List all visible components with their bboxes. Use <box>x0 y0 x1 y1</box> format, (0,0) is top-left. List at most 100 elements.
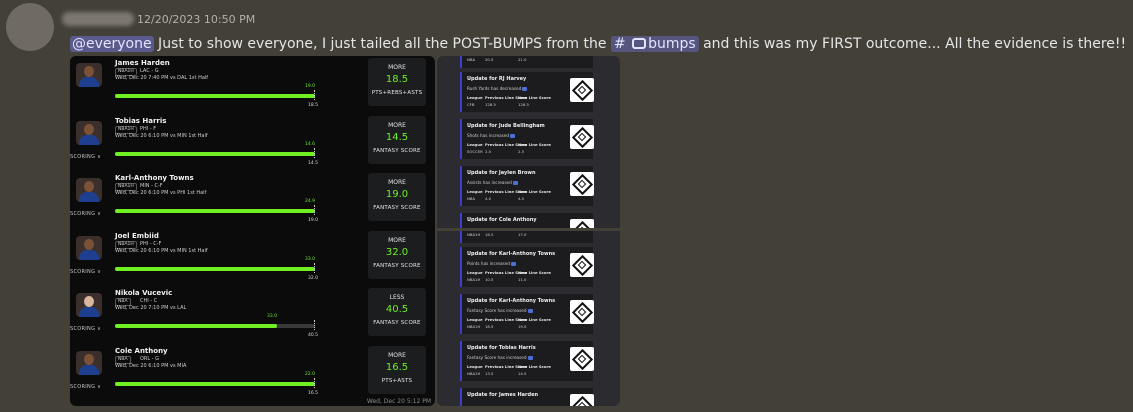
message-text-before: Just to show everyone, I just tailed all… <box>153 36 611 52</box>
player-headshot <box>76 293 102 317</box>
update-description: Fantasy Score has increased <box>467 355 533 360</box>
message-timestamp: 12/20/2023 10:50 PM <box>137 13 256 26</box>
arrow-badge-icon <box>512 181 518 185</box>
scoring-toggle[interactable]: SCORING ∨ <box>70 269 101 275</box>
arrow-badge-icon <box>510 134 516 138</box>
attachment-updates-screenshot-1[interactable]: NBA 20.5 21.0 Update for RJ Harvey Rush Yard… <box>437 56 620 228</box>
line-marker <box>314 320 315 330</box>
update-headers: League Previous Line ScoreNew Line Score <box>467 189 551 194</box>
line-value: 18.5 <box>308 103 319 108</box>
actual-value: 22.0 <box>305 371 316 377</box>
actual-value: 33.0 <box>305 256 316 262</box>
pick-line: 16.5 <box>385 361 409 373</box>
pick-direction: LESS <box>389 294 405 301</box>
pick-row: Nikola Vucevic NBA CHI - C Wed, Dec 20 7:10… <box>70 288 435 346</box>
line-value: 16.5 <box>308 390 319 396</box>
line-value: 19.0 <box>308 218 319 223</box>
player-team: CHI - C <box>140 298 158 304</box>
line-value: 40.5 <box>308 333 319 338</box>
vr-headset-icon <box>632 38 647 49</box>
update-card: Update for RJ Harvey Rush Yards has decre… <box>460 72 594 112</box>
prizepicks-logo-icon <box>570 300 594 324</box>
progress-bar <box>115 381 315 386</box>
attachment-updates-screenshot-2[interactable]: NBA1H 16.5 17.0 Update for Karl-Anthony Tow… <box>437 231 620 406</box>
pick-stat: FANTASY SCORE <box>373 205 421 211</box>
update-card: Update for Jude Bellingham Shots has incr… <box>460 119 594 159</box>
attachment-picks-screenshot[interactable]: James Harden NBA1H LAC - G Wed, Dec 20 7:40… <box>70 56 435 406</box>
everyone-mention[interactable]: @everyone <box>70 36 154 52</box>
line-marker <box>314 147 315 158</box>
actual-value: 14.6 <box>305 141 316 147</box>
pick-line: 14.5 <box>385 131 409 143</box>
update-values: NBA1H 13.5 14.5 <box>467 371 527 376</box>
game-info: Wed, Dec 20 7:40 PM vs DAL 1st Half <box>115 75 209 81</box>
update-title: Update for RJ Harvey <box>467 76 527 82</box>
update-values: NBA1H 10.5 11.0 <box>467 277 527 282</box>
user-avatar[interactable] <box>6 3 54 51</box>
player-name: James Harden <box>115 59 170 67</box>
game-info: Wed, Dec 20 7:10 PM vs LAL <box>115 305 187 311</box>
update-title: Update for James Harden <box>467 392 539 398</box>
update-values: NBA1H 16.5 17.0 <box>467 232 527 237</box>
actual-value: 33.0 <box>267 314 278 319</box>
pick-line: 32.0 <box>385 246 409 258</box>
update-description: Fantasy Score has increased <box>467 308 533 313</box>
pick-card: MORE 19.0 FANTASY SCORE <box>368 173 426 221</box>
hash-icon: # <box>613 36 626 52</box>
progress-fill <box>115 151 315 156</box>
scoring-toggle[interactable]: SCORING ∨ <box>70 211 101 217</box>
pick-stat: FANTASY SCORE <box>373 147 421 154</box>
line-value: 14.5 <box>308 160 319 166</box>
player-headshot <box>76 63 102 87</box>
progress-fill <box>115 266 315 271</box>
pick-card: MORE 32.0 FANTASY SCORE <box>368 230 426 279</box>
update-title: Update for Karl-Anthony Towns <box>467 298 556 304</box>
update-card: Update for Karl-Anthony Towns Points has … <box>460 247 594 287</box>
update-headers: League Previous Line ScoreNew Line Score <box>467 95 551 100</box>
prizepicks-logo-icon <box>570 172 594 196</box>
pick-stat: FANTASY SCORE <box>373 320 421 326</box>
scoring-toggle[interactable]: SCORING ∨ <box>70 384 101 390</box>
pick-card: LESS 40.5 FANTASY SCORE <box>368 288 426 336</box>
line-marker <box>314 90 315 100</box>
channel-link[interactable]: # bumps <box>610 36 699 52</box>
pick-stat: FANTASY SCORE <box>373 262 421 269</box>
update-card: Update for Karl-Anthony Towns Fantasy Sco… <box>460 294 594 334</box>
pick-row: Tobias Harris NBA1H PHI - F Wed, Dec 20 6:1… <box>70 115 435 174</box>
update-title: Update for Tobias Harris <box>467 345 536 351</box>
username-redacted[interactable] <box>62 12 134 26</box>
game-info: Wed, Dec 20 6:10 PM vs MIN 1st Half <box>115 132 208 139</box>
player-team: PHI - C-F <box>140 240 162 247</box>
pick-card: MORE 16.5 PTS+ASTS <box>368 345 426 394</box>
progress-bar <box>115 94 315 98</box>
progress-bar <box>115 151 315 156</box>
update-description: Shots has increased <box>467 133 516 138</box>
line-value: 32.0 <box>308 275 319 281</box>
update-card-partial: NBA 20.5 21.0 <box>460 56 593 68</box>
update-title: Update for Cole Anthony <box>467 217 537 223</box>
progress-bar <box>115 266 315 271</box>
update-title: Update for Karl-Anthony Towns <box>467 251 556 257</box>
update-title: Update for Jaylen Brown <box>467 170 536 176</box>
pick-line: 40.5 <box>385 304 409 315</box>
player-name: Cole Anthony <box>115 346 168 355</box>
progress-fill <box>115 209 315 213</box>
arrow-badge-icon <box>527 356 533 360</box>
game-info: Wed, Dec 20 6:10 PM vs MIN 1st Half <box>115 247 208 254</box>
player-team: ORL - G <box>140 355 160 362</box>
player-team: LAC - G <box>140 68 159 74</box>
game-info: Wed, Dec 20 6:10 PM vs MIA <box>115 362 187 369</box>
pick-direction: MORE <box>388 121 406 129</box>
arrow-badge-icon <box>522 87 528 91</box>
arrow-badge-icon <box>510 262 516 266</box>
prizepicks-logo-icon <box>570 347 594 371</box>
scoring-toggle[interactable]: SCORING ∨ <box>70 326 101 332</box>
player-headshot <box>76 178 102 202</box>
update-card: Update for Cole Anthony <box>460 213 594 228</box>
game-info: Wed, Dec 20 6:10 PM vs PHI 1st Half <box>115 190 207 196</box>
channel-name: bumps <box>648 36 696 52</box>
player-name: Nikola Vucevic <box>115 289 173 297</box>
update-values: CFB 128.5 126.5 <box>467 102 529 107</box>
scoring-toggle[interactable]: SCORING ∨ <box>70 154 101 160</box>
progress-fill <box>115 94 315 98</box>
